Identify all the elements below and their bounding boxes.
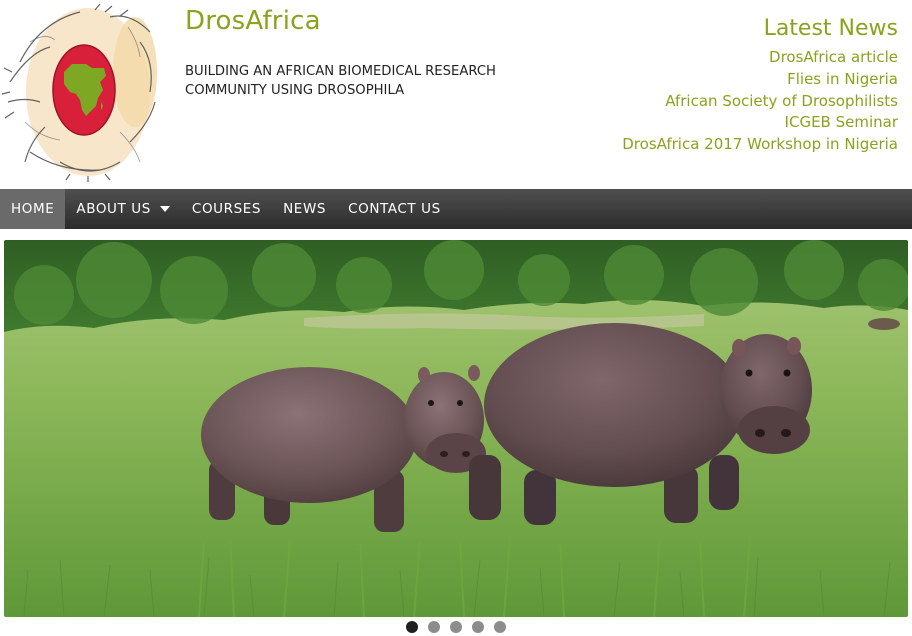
drosafrica-logo-icon: [1, 3, 157, 182]
nav-item-label: ABOUT US: [76, 201, 151, 217]
latest-news-heading: Latest News: [763, 16, 898, 41]
slider-dot[interactable]: [494, 621, 506, 633]
news-link[interactable]: Flies in Nigeria: [787, 70, 898, 88]
nav-item-courses[interactable]: COURSES: [181, 189, 272, 229]
nav-item-label: COURSES: [191, 201, 262, 217]
nav-item-news[interactable]: NEWS: [272, 189, 337, 229]
slider-dot[interactable]: [428, 621, 440, 633]
slider-dot[interactable]: [406, 621, 418, 633]
hippos-slide-image: [4, 240, 908, 617]
site-tagline: BUILDING AN AFRICAN BIOMEDICAL RESEARCH …: [185, 64, 496, 98]
news-item[interactable]: African Society of Drosophilists: [622, 91, 898, 113]
nav-item-label: NEWS: [283, 201, 327, 217]
news-item[interactable]: ICGEB Seminar: [622, 112, 898, 134]
image-slider[interactable]: [4, 240, 908, 617]
site-logo[interactable]: [0, 2, 160, 182]
site-title[interactable]: DrosAfrica: [185, 6, 321, 36]
nav-item-home[interactable]: HOME: [0, 189, 66, 229]
nav-item-label: CONTACT US: [348, 201, 441, 217]
slider-pagination: [0, 621, 912, 633]
latest-news-list: DrosAfrica article Flies in Nigeria Afri…: [622, 47, 898, 156]
news-item[interactable]: DrosAfrica 2017 Workshop in Nigeria: [622, 134, 898, 156]
slider-dot[interactable]: [450, 621, 462, 633]
news-link[interactable]: African Society of Drosophilists: [665, 92, 898, 110]
news-item[interactable]: Flies in Nigeria: [622, 69, 898, 91]
caret-down-icon: [159, 206, 170, 212]
nav-item-contact-us[interactable]: CONTACT US: [337, 189, 452, 229]
news-link[interactable]: ICGEB Seminar: [785, 113, 898, 131]
news-link[interactable]: DrosAfrica article: [769, 48, 898, 66]
news-link[interactable]: DrosAfrica 2017 Workshop in Nigeria: [622, 135, 898, 153]
slider-dot[interactable]: [472, 621, 484, 633]
nav-item-about-us[interactable]: ABOUT US: [65, 189, 181, 229]
news-item[interactable]: DrosAfrica article: [622, 47, 898, 69]
nav-item-label: HOME: [11, 201, 55, 217]
latest-news-widget: Latest News DrosAfrica article Flies in …: [622, 16, 898, 156]
main-navigation: HOME ABOUT US COURSES NEWS CONTACT US: [0, 189, 912, 229]
